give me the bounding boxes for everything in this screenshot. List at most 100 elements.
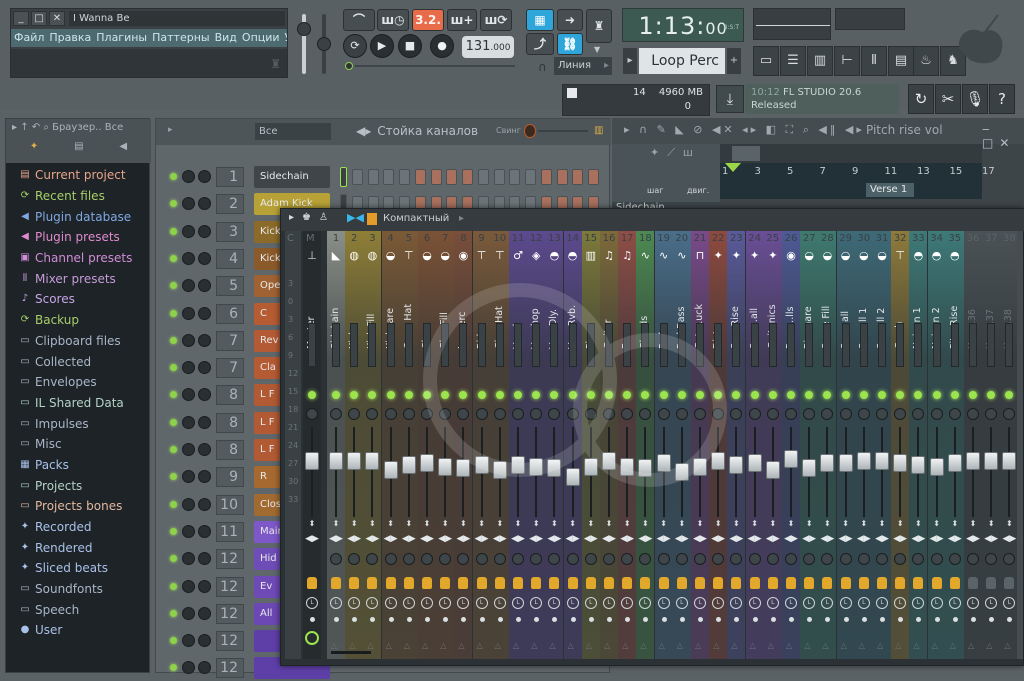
send-arrow-icon[interactable]: △ xyxy=(367,641,373,650)
mixer-track-enable-led[interactable] xyxy=(586,391,595,399)
step-button[interactable] xyxy=(541,169,552,185)
menu-plugins[interactable]: Плагины xyxy=(96,31,147,44)
mixer-track-enable-led[interactable] xyxy=(404,391,413,399)
mixer-track-enable-led[interactable] xyxy=(623,391,632,399)
stereo-separation-icon[interactable]: ◀▶ xyxy=(655,534,673,544)
send-arrow-icon[interactable]: △ xyxy=(841,641,847,650)
maximize-button[interactable]: □ xyxy=(31,11,47,26)
send-arrow-icon[interactable]: △ xyxy=(659,641,665,650)
latency-icon[interactable]: L xyxy=(785,597,797,609)
stereo-separation-icon[interactable]: ◀▶ xyxy=(746,534,764,544)
swing-slider[interactable] xyxy=(538,130,588,132)
menu-options[interactable]: Опции xyxy=(242,31,280,44)
mixer-track-stereo-knob[interactable] xyxy=(967,553,979,565)
latency-icon[interactable]: L xyxy=(530,597,543,609)
channel-mute-led[interactable] xyxy=(170,254,177,262)
swap-icon[interactable]: ⬍ xyxy=(636,519,654,528)
marker-verse[interactable]: Verse 1 xyxy=(866,183,914,197)
channel-volume-knob[interactable] xyxy=(198,361,211,375)
mixer-track-dot[interactable] xyxy=(898,617,904,622)
channel-mute-led[interactable] xyxy=(170,527,177,535)
mixer-track-fader[interactable] xyxy=(511,455,525,474)
stereo-separation-icon[interactable]: ◀▶ xyxy=(345,534,363,544)
channel-mixer-track[interactable]: 5 xyxy=(216,276,244,297)
latency-icon[interactable]: L xyxy=(1003,597,1016,609)
menu-edit[interactable]: Правка xyxy=(49,31,91,44)
stereo-separation-icon[interactable]: ◀▶ xyxy=(691,534,709,544)
piano-roll-icon[interactable]: ▥ xyxy=(807,46,833,76)
send-arrow-icon[interactable]: △ xyxy=(477,641,483,650)
mixer-track-enable-led[interactable] xyxy=(495,391,504,399)
mixer-icon[interactable]: ⫴ xyxy=(861,46,887,76)
step-button[interactable] xyxy=(461,169,473,185)
send-arrow-icon[interactable]: △ xyxy=(713,641,719,650)
latency-icon[interactable]: L xyxy=(566,597,579,609)
mixer-track-dot[interactable] xyxy=(461,617,467,622)
audio-icon[interactable]: ✦ xyxy=(30,141,38,152)
mixer-track[interactable]: 2 ◍ Kick ⬍ ◀▶ L △ xyxy=(345,231,364,659)
send-arrow-icon[interactable]: △ xyxy=(440,641,446,650)
swap-icon[interactable]: ⬍ xyxy=(673,519,691,528)
mixer-track-stereo-knob[interactable] xyxy=(548,553,561,565)
mixer-track-stereo-knob[interactable] xyxy=(803,553,816,565)
master-enable-led[interactable] xyxy=(308,391,316,399)
stereo-separation-icon[interactable]: ◀▶ xyxy=(600,534,618,544)
mixer-track-stereo-knob[interactable] xyxy=(712,553,725,565)
mixer-track-enable-led[interactable] xyxy=(823,391,832,399)
mixer-track-stereo-knob[interactable] xyxy=(675,553,688,565)
stereo-separation-icon[interactable]: ◀▶ xyxy=(873,534,891,544)
latency-icon[interactable]: L xyxy=(348,597,361,609)
channel-pan-knob[interactable] xyxy=(182,497,195,511)
mixer-track-pan-knob[interactable] xyxy=(530,408,543,420)
mixer-track-stereo-knob[interactable] xyxy=(785,553,797,565)
mixer-track-pan-knob[interactable] xyxy=(475,408,488,420)
channel-pan-knob[interactable] xyxy=(182,443,195,456)
mixer-track-fader[interactable] xyxy=(656,454,671,472)
mixer-track[interactable]: 5 ⊤ Open Hat ⬍ ◀▶ L △ xyxy=(399,231,418,659)
mixer-track-pan-knob[interactable] xyxy=(657,408,670,420)
fx-enable-icon[interactable] xyxy=(767,577,778,589)
snap-forward-button[interactable]: ➜ xyxy=(557,9,583,31)
swap-icon[interactable]: ⬍ xyxy=(709,519,727,528)
mixer-track-pan-knob[interactable] xyxy=(839,408,852,420)
playlist-horizontal-scrollbar[interactable] xyxy=(720,144,982,163)
mixer-track-fader[interactable] xyxy=(984,452,999,471)
mixer-track-stereo-knob[interactable] xyxy=(857,553,870,565)
mixer-layout-icon[interactable]: ▶◀ xyxy=(347,211,364,224)
channel-volume-knob[interactable] xyxy=(198,661,211,675)
channel-mixer-track[interactable]: 11 xyxy=(216,521,244,542)
latency-icon[interactable]: L xyxy=(876,597,888,609)
mixer-track-dot[interactable] xyxy=(916,617,922,622)
swap-icon[interactable]: ⬍ xyxy=(837,519,855,528)
latency-icon[interactable]: L xyxy=(512,597,524,609)
mixer-track-dot[interactable] xyxy=(425,617,430,622)
mixer-track[interactable]: 11 ♂ Vocal ⬍ ◀▶ L △ xyxy=(509,231,527,659)
mixer-track-pan-knob[interactable] xyxy=(694,408,706,420)
stereo-separation-icon[interactable]: ◀▶ xyxy=(636,534,654,544)
mixer-track-pan-knob[interactable] xyxy=(493,408,506,420)
send-arrow-icon[interactable]: △ xyxy=(568,641,574,650)
mixer-track-stereo-knob[interactable] xyxy=(530,553,543,565)
stereo-separation-icon[interactable]: ◀▶ xyxy=(400,534,418,544)
mixer-track-stereo-knob[interactable] xyxy=(348,553,361,565)
browser-item[interactable]: ⟳ Backup xyxy=(18,310,148,331)
browser-item[interactable]: ▦ Packs xyxy=(18,455,148,476)
stereo-separation-icon[interactable]: ◀▶ xyxy=(545,534,563,544)
mixer-track[interactable]: 10 ⊤ Clos..Hat ⬍ ◀▶ L △ xyxy=(490,231,509,659)
latency-icon[interactable]: L xyxy=(548,597,561,609)
send-arrow-icon[interactable]: △ xyxy=(932,641,938,650)
mixer-track[interactable]: 31 ◒ Snar..ll 2 ⬍ ◀▶ L △ xyxy=(873,231,891,659)
mixer-track[interactable]: 20 ∿ Pad Bass ⬍ ◀▶ L △ xyxy=(672,231,691,659)
mixer-track[interactable]: 15 ▥ Piano ⬍ ◀▶ L △ xyxy=(581,231,600,659)
stereo-separation-icon[interactable]: ◀▶ xyxy=(527,534,545,544)
channel-name-button[interactable]: Sidechain xyxy=(254,166,330,188)
channel-mute-led[interactable] xyxy=(170,664,177,672)
browser-item[interactable]: ⟳ Recent files xyxy=(18,186,148,207)
mixer-track-dot[interactable] xyxy=(825,617,831,622)
channel-mixer-track[interactable]: 8 xyxy=(216,412,244,433)
send-arrow-icon[interactable]: △ xyxy=(895,641,901,650)
browser-item[interactable]: ♪ Scores xyxy=(18,289,148,310)
send-arrow-icon[interactable]: △ xyxy=(750,641,756,650)
mixer-track-dot[interactable] xyxy=(698,617,703,622)
swap-icon[interactable]: ⬍ xyxy=(727,519,745,528)
